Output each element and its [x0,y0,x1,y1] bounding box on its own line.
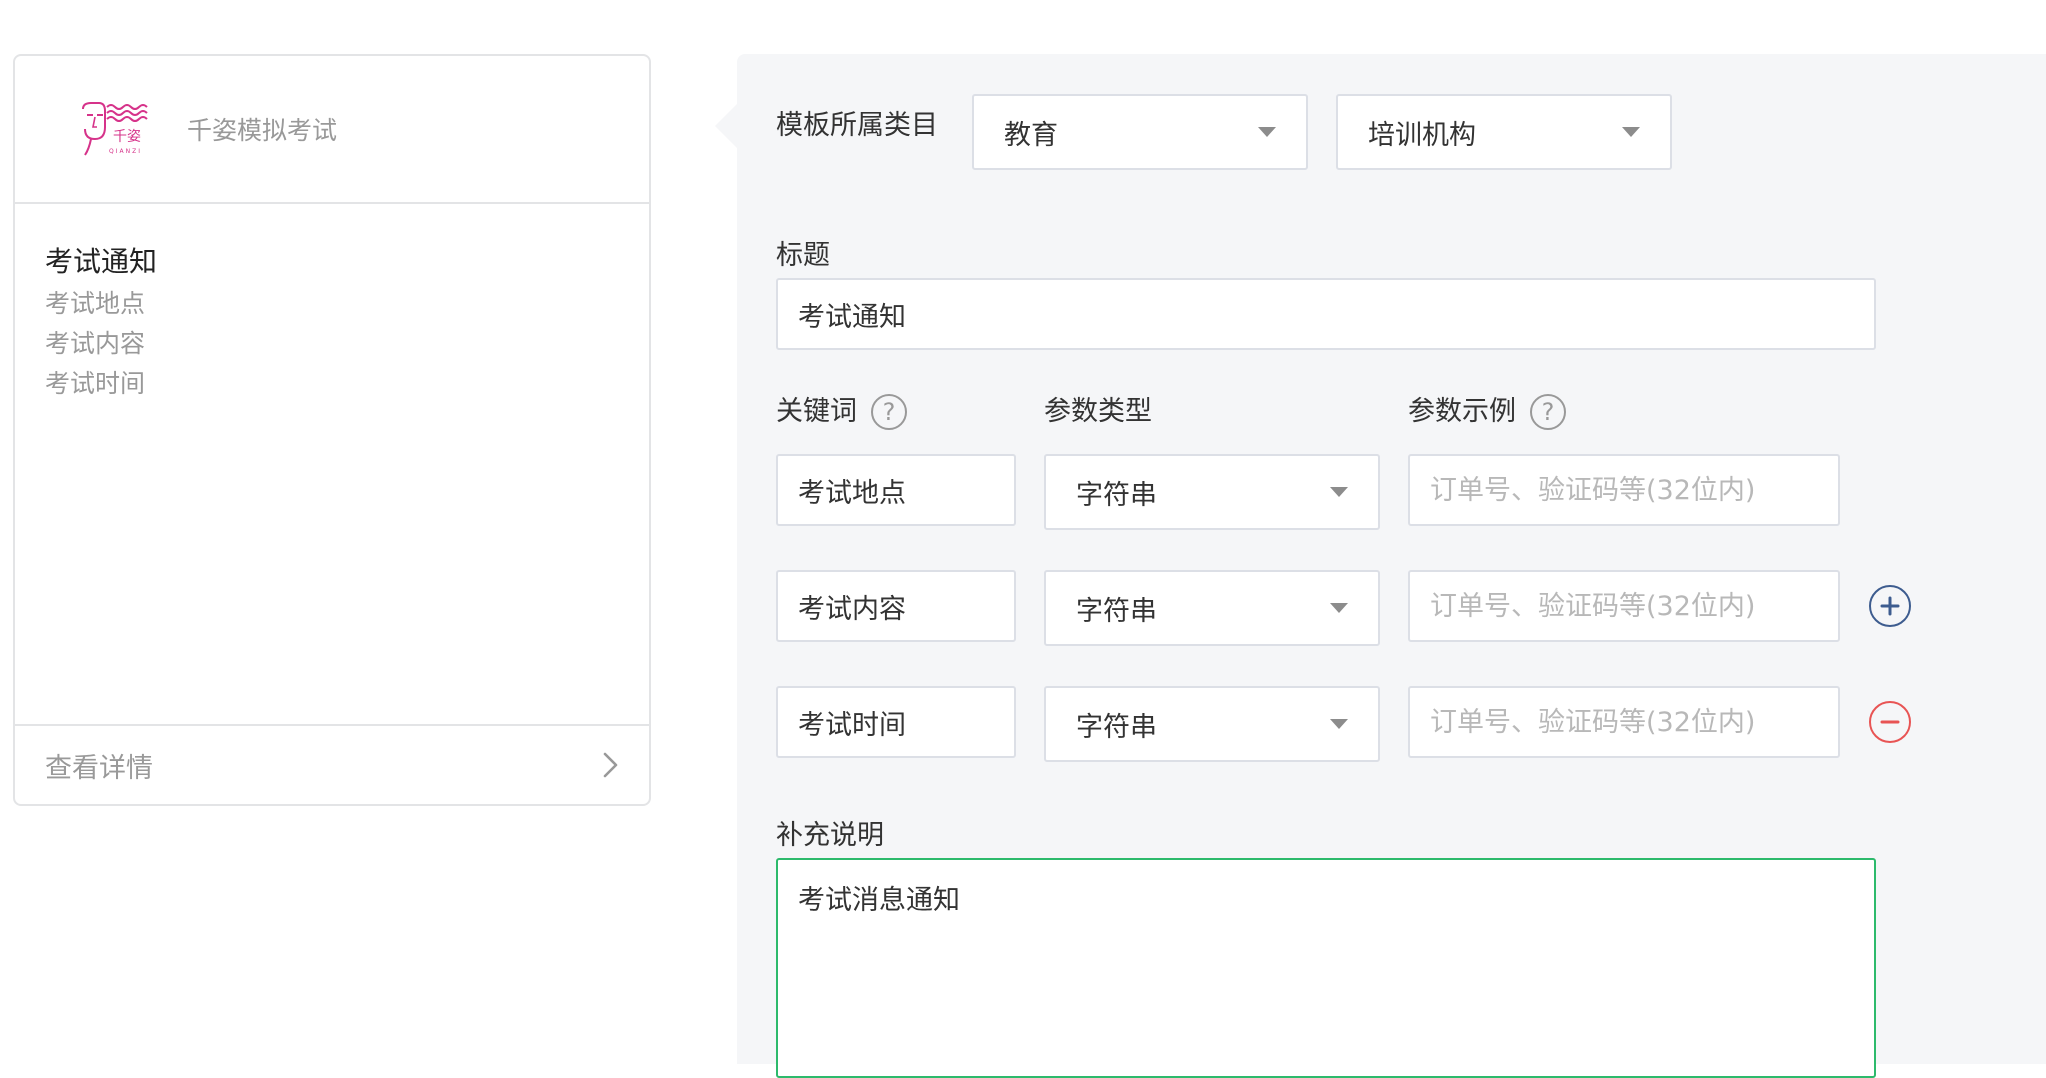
param-type-value: 字符串 [1076,479,1157,511]
remove-param-button[interactable] [1869,701,1911,743]
chevron-right-icon [603,752,618,778]
caret-down-icon [1330,603,1348,613]
qianzi-logo-icon: 千姿 QIANZI [82,102,148,156]
param-type-value: 字符串 [1076,595,1157,627]
param-keyword-input[interactable] [776,570,1016,642]
param-type-value: 字符串 [1076,711,1157,743]
param-type-select[interactable]: 字符串 [1044,454,1380,530]
example-help-icon[interactable]: ? [1530,394,1566,430]
keyword-help-icon[interactable]: ? [871,394,907,430]
panel-pointer-arrow [715,104,737,148]
minus-icon [1880,720,1900,724]
view-details-label: 查看详情 [45,752,153,784]
preview-message-title: 考试通知 [45,245,158,278]
category-secondary-select[interactable]: 培训机构 [1336,94,1672,170]
preview-line: 考试时间 [45,369,146,398]
keyword-header-label: 关键词 [776,396,857,427]
param-type-select[interactable]: 字符串 [1044,570,1380,646]
description-label: 补充说明 [776,820,884,851]
brand-name: 千姿模拟考试 [187,116,338,145]
param-example-input[interactable] [1408,686,1840,758]
category-secondary-value: 培训机构 [1368,119,1476,151]
param-type-header: 参数类型 [1044,396,1152,427]
svg-text:千姿: 千姿 [113,129,141,145]
preview-line: 考试地点 [45,289,146,318]
message-preview-card: 千姿 QIANZI 千姿模拟考试 考试通知 考试地点 考试内容 考试时间 查看详… [13,54,651,806]
keyword-header: 关键词 ? [776,394,907,430]
param-example-input[interactable] [1408,570,1840,642]
description-textarea[interactable]: 考试消息通知 [776,858,1876,1078]
category-primary-select[interactable]: 教育 [972,94,1308,170]
category-label: 模板所属类目 [776,110,938,141]
caret-down-icon [1330,487,1348,497]
param-keyword-input[interactable] [776,686,1016,758]
caret-down-icon [1622,127,1640,137]
title-input[interactable] [776,278,1876,350]
param-keyword-input[interactable] [776,454,1016,526]
plus-icon [1880,596,1900,616]
param-type-select[interactable]: 字符串 [1044,686,1380,762]
param-example-header-label: 参数示例 [1408,396,1516,427]
caret-down-icon [1330,719,1348,729]
param-example-input[interactable] [1408,454,1840,526]
svg-text:QIANZI: QIANZI [109,148,142,155]
add-param-button[interactable] [1869,585,1911,627]
param-example-header: 参数示例 ? [1408,394,1566,430]
preview-header: 千姿 QIANZI 千姿模拟考试 [15,56,649,204]
preview-body: 考试通知 考试地点 考试内容 考试时间 [15,204,649,726]
title-label: 标题 [776,240,830,271]
view-details-link[interactable]: 查看详情 [15,724,649,804]
caret-down-icon [1258,127,1276,137]
template-form-panel: 模板所属类目 教育 培训机构 标题 关键词 ? 参数类型 参数示例 ? 字符串 … [715,54,2046,1078]
preview-line: 考试内容 [45,329,146,358]
category-primary-value: 教育 [1004,119,1058,151]
